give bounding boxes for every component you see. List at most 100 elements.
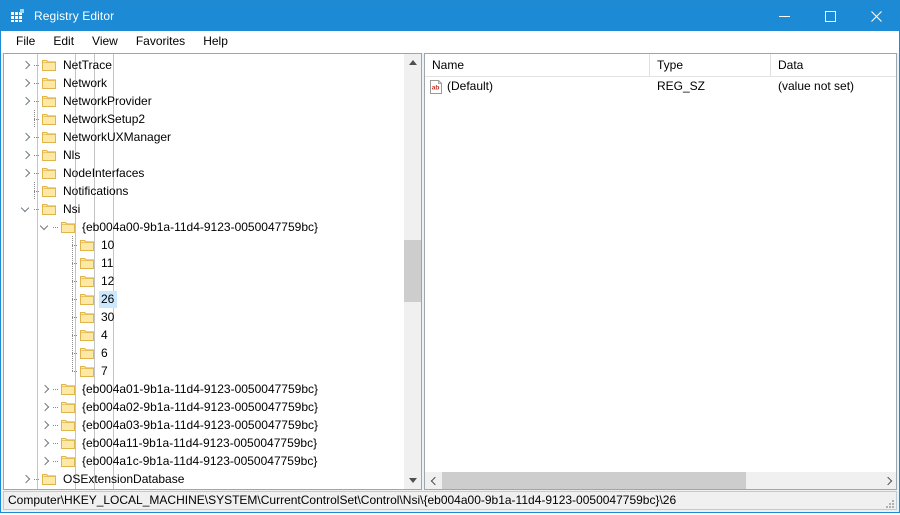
column-header-type[interactable]: Type — [650, 54, 771, 76]
chevron-down-icon[interactable] — [37, 218, 53, 236]
menu-view[interactable]: View — [83, 32, 127, 51]
scroll-down-icon — [408, 478, 417, 483]
folder-icon — [79, 328, 95, 342]
tree-connector — [34, 92, 41, 110]
tree-node[interactable]: {eb004a11-9b1a-11d4-9123-0050047759bc} — [4, 434, 403, 452]
menu-bar: File Edit View Favorites Help — [1, 31, 899, 53]
chevron-right-icon[interactable] — [18, 470, 34, 488]
tree-node[interactable]: 30 — [4, 308, 403, 326]
tree-node[interactable]: 6 — [4, 344, 403, 362]
tree-connector — [72, 236, 79, 254]
tree-node-label: Notifications — [63, 183, 129, 198]
folder-icon — [41, 202, 57, 216]
registry-icon — [10, 8, 26, 24]
tree-node-label: 12 — [101, 273, 115, 288]
values-scroll-right-button[interactable] — [879, 472, 896, 489]
chevron-right-icon[interactable] — [18, 74, 34, 92]
tree-node-label: NetworkUXManager — [63, 129, 172, 144]
chevron-right-icon[interactable] — [18, 92, 34, 110]
tree-node-label: NetworkSetup2 — [63, 111, 146, 126]
string-value-icon: ab — [429, 79, 443, 94]
tree-connector — [34, 182, 41, 200]
resize-grip-icon[interactable] — [884, 497, 896, 509]
tree-node[interactable]: {eb004a02-9b1a-11d4-9123-0050047759bc} — [4, 398, 403, 416]
column-header-data[interactable]: Data — [771, 54, 896, 76]
tree-connector — [34, 470, 41, 488]
tree-node-label: NodeInterfaces — [63, 165, 145, 180]
menu-file[interactable]: File — [7, 32, 44, 51]
chevron-right-icon[interactable] — [37, 434, 53, 452]
tree-node[interactable]: {eb004a00-9b1a-11d4-9123-0050047759bc} — [4, 218, 403, 236]
tree-connector — [53, 434, 60, 452]
tree-connector — [34, 56, 41, 74]
tree-node[interactable]: Nls — [4, 146, 403, 164]
tree-node-label: NetworkProvider — [63, 93, 152, 108]
tree-node[interactable]: OSExtensionDatabase — [4, 470, 403, 488]
tree-node[interactable]: 4 — [4, 326, 403, 344]
table-row[interactable]: ab (Default) REG_SZ (value not set) — [425, 77, 896, 96]
svg-text:ab: ab — [432, 84, 440, 91]
tree-node[interactable]: NetworkProvider — [4, 92, 403, 110]
tree-node-spacer — [56, 236, 72, 254]
maximize-button[interactable] — [807, 1, 853, 31]
values-horizontal-scrollbar[interactable] — [425, 471, 896, 489]
chevron-right-icon[interactable] — [18, 146, 34, 164]
tree-node[interactable]: 10 — [4, 236, 403, 254]
column-header-name[interactable]: Name — [425, 54, 650, 76]
close-icon — [870, 10, 882, 22]
chevron-right-icon[interactable] — [18, 56, 34, 74]
tree-connector — [34, 146, 41, 164]
tree-node[interactable]: Notifications — [4, 182, 403, 200]
values-scroll-left-button[interactable] — [425, 472, 442, 489]
folder-icon — [79, 256, 95, 270]
tree-node[interactable]: 26 — [4, 290, 403, 308]
tree-node-spacer — [56, 272, 72, 290]
tree-node[interactable]: 11 — [4, 254, 403, 272]
tree-node[interactable]: {eb004a01-9b1a-11d4-9123-0050047759bc} — [4, 380, 403, 398]
chevron-right-icon[interactable] — [37, 398, 53, 416]
tree-connector — [34, 110, 41, 128]
tree-node-list: NetTrace Network NetworkProvider NetworkSet… — [4, 54, 403, 488]
values-column-header: Name Type Data — [425, 54, 896, 77]
tree-node-label: NetTrace — [63, 57, 112, 72]
tree-scroll-up-button[interactable] — [404, 54, 421, 71]
tree-node[interactable]: Network — [4, 74, 403, 92]
minimize-button[interactable] — [761, 1, 807, 31]
registry-values-pane: Name Type Data ab (Default) REG_SZ (valu… — [424, 53, 897, 490]
values-scrollbar-thumb[interactable] — [442, 472, 746, 489]
folder-icon — [79, 274, 95, 288]
tree-node[interactable]: NetTrace — [4, 56, 403, 74]
tree-node[interactable]: {eb004a03-9b1a-11d4-9123-0050047759bc} — [4, 416, 403, 434]
chevron-right-icon[interactable] — [18, 128, 34, 146]
chevron-right-icon[interactable] — [37, 416, 53, 434]
tree-node[interactable]: 12 — [4, 272, 403, 290]
tree-node-label: 7 — [101, 363, 108, 378]
tree-node-spacer — [56, 344, 72, 362]
tree-connector — [72, 344, 79, 362]
folder-icon — [41, 166, 57, 180]
folder-icon — [79, 310, 95, 324]
tree-node[interactable]: Nsi — [4, 200, 403, 218]
close-button[interactable] — [853, 1, 899, 31]
chevron-down-icon[interactable] — [18, 200, 34, 218]
scroll-left-icon — [431, 478, 437, 484]
tree-node[interactable]: NodeInterfaces — [4, 164, 403, 182]
value-data-cell: (value not set) — [778, 79, 855, 93]
tree-node-label: 6 — [101, 345, 108, 360]
tree-connector — [34, 164, 41, 182]
tree-connector — [72, 272, 79, 290]
tree-scrollbar-thumb[interactable] — [404, 240, 421, 302]
chevron-right-icon[interactable] — [37, 452, 53, 470]
tree-node[interactable]: NetworkUXManager — [4, 128, 403, 146]
tree-node[interactable]: {eb004a1c-9b1a-11d4-9123-0050047759bc} — [4, 452, 403, 470]
chevron-right-icon[interactable] — [18, 164, 34, 182]
tree-node[interactable]: 7 — [4, 362, 403, 380]
tree-scroll-down-button[interactable] — [404, 472, 421, 489]
menu-favorites[interactable]: Favorites — [127, 32, 194, 51]
tree-vertical-scrollbar[interactable] — [403, 54, 421, 489]
tree-scroll-area[interactable]: NetTrace Network NetworkProvider NetworkSet… — [4, 54, 403, 489]
chevron-right-icon[interactable] — [37, 380, 53, 398]
menu-edit[interactable]: Edit — [44, 32, 83, 51]
menu-help[interactable]: Help — [194, 32, 237, 51]
tree-node[interactable]: NetworkSetup2 — [4, 110, 403, 128]
